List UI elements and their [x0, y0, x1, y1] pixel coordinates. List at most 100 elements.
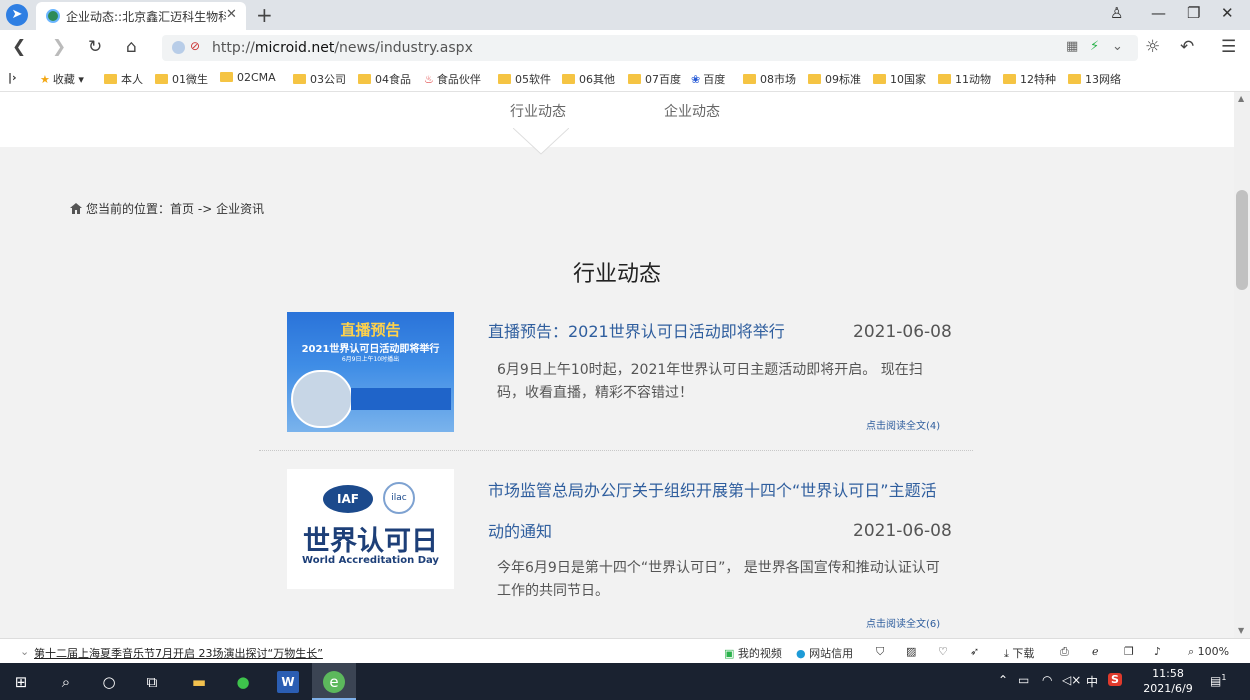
- forward-icon[interactable]: ❯: [52, 37, 66, 57]
- close-tab-icon[interactable]: ✕: [226, 7, 237, 22]
- bookmark-link[interactable]: ♨ 食品伙伴: [424, 71, 481, 87]
- bookmark-folder[interactable]: 08市场: [743, 71, 796, 87]
- printer-icon[interactable]: ⎙: [1060, 645, 1069, 659]
- close-window-icon[interactable]: ✕: [1221, 4, 1234, 22]
- bookmark-folder[interactable]: 01微生: [155, 71, 208, 87]
- bookmark-label: 13网络: [1085, 73, 1121, 86]
- file-explorer-icon[interactable]: ▬: [188, 671, 210, 693]
- video-play-icon: ▣: [724, 647, 735, 660]
- expand-chevron-icon[interactable]: ⌄: [20, 645, 29, 658]
- my-video-button[interactable]: ▣ 我的视频: [724, 645, 782, 661]
- url-text[interactable]: http://microid.net/news/industry.aspx: [212, 40, 473, 56]
- bookmark-folder[interactable]: 02CMA: [220, 71, 276, 84]
- bookmark-folder[interactable]: 12特种: [1003, 71, 1056, 87]
- window-icon[interactable]: ❐: [1124, 645, 1134, 658]
- breadcrumb-label: 您当前的位置：: [86, 202, 171, 216]
- brightness-icon[interactable]: ☼: [1145, 37, 1160, 57]
- sub-navigation: 行业动态 企业动态: [0, 92, 1234, 147]
- news-divider: [259, 450, 973, 451]
- subnav-company-news[interactable]: 企业动态: [664, 101, 720, 121]
- undo-icon[interactable]: ↶: [1180, 37, 1194, 57]
- sidebar-toggle-icon[interactable]: |›: [8, 71, 17, 84]
- bookmark-folder[interactable]: 07百度: [628, 71, 681, 87]
- scroll-up-icon[interactable]: ▲: [1238, 94, 1244, 103]
- keyboard-icon[interactable]: ▭: [1018, 673, 1029, 687]
- bookmark-folder[interactable]: 09标准: [808, 71, 861, 87]
- restore-icon[interactable]: ❐: [1187, 4, 1200, 22]
- cortana-icon[interactable]: ○: [98, 671, 120, 693]
- breadcrumb-home-link[interactable]: 首页: [170, 202, 194, 216]
- reload-icon[interactable]: ↻: [88, 37, 102, 57]
- back-icon[interactable]: ❮: [12, 37, 26, 57]
- news-thumbnail[interactable]: 直播预告 2021世界认可日活动即将举行 6月9日上午10时播出: [287, 312, 454, 432]
- download-button[interactable]: ⤓ 下载: [1004, 645, 1034, 661]
- sound-icon[interactable]: ♪: [1154, 645, 1161, 658]
- heartbeat-icon[interactable]: ♡: [938, 645, 948, 658]
- dropdown-chevron-icon[interactable]: ⌄: [1112, 39, 1123, 54]
- system-clock[interactable]: 11:58 2021/6/9: [1138, 666, 1198, 696]
- site-credit-button[interactable]: ● 网站信用: [796, 645, 853, 661]
- zoom-control[interactable]: ⌕ 100%: [1188, 645, 1229, 659]
- speed-bolt-icon[interactable]: ⚡: [1090, 39, 1099, 54]
- bookmark-label: 06其他: [579, 73, 615, 86]
- bookmark-folder[interactable]: 10国家: [873, 71, 926, 87]
- bookmark-label: 01微生: [172, 73, 208, 86]
- browser-app-icon[interactable]: e: [323, 671, 345, 693]
- subnav-industry-news[interactable]: 行业动态: [510, 101, 566, 121]
- minimize-icon[interactable]: —: [1151, 4, 1166, 22]
- bookmark-folder[interactable]: 03公司: [293, 71, 346, 87]
- insecure-icon[interactable]: ⊘: [190, 39, 200, 53]
- read-more-link[interactable]: 点击阅读全文(6): [866, 615, 940, 630]
- bookmark-link[interactable]: ❀ 百度: [691, 71, 725, 87]
- tray-expand-icon[interactable]: ⌃: [998, 673, 1008, 687]
- sogou-ime-icon[interactable]: S: [1108, 673, 1122, 686]
- ie-mode-icon[interactable]: ℯ: [1092, 645, 1099, 658]
- search-icon[interactable]: ⌕: [55, 671, 77, 693]
- bookmark-folder[interactable]: 11动物: [938, 71, 991, 87]
- wifi-icon[interactable]: ◠: [1042, 673, 1052, 687]
- new-tab-icon[interactable]: +: [256, 3, 273, 27]
- download-label: 下载: [1012, 647, 1035, 660]
- vertical-scrollbar[interactable]: ▲ ▼: [1234, 92, 1250, 638]
- folder-icon: [220, 72, 233, 82]
- home-icon[interactable]: ⌂: [126, 37, 137, 57]
- folder-icon: [358, 74, 371, 84]
- bookmark-folder[interactable]: 13网络: [1068, 71, 1121, 87]
- ime-indicator[interactable]: 中: [1086, 673, 1098, 690]
- bookmark-folder[interactable]: 06其他: [562, 71, 615, 87]
- news-ticker-link[interactable]: 第十二届上海夏季音乐节7月开启 23场演出探讨“万物生长”: [34, 645, 323, 661]
- bookmark-folder[interactable]: 本人: [104, 71, 143, 87]
- site-info-icon[interactable]: [172, 41, 185, 54]
- bookmark-favorites[interactable]: ★ 收藏 ▾: [40, 71, 84, 87]
- breadcrumb-current[interactable]: 企业资讯: [216, 202, 264, 216]
- browser-tab[interactable]: 企业动态::北京鑫汇迈科生物科技 ✕: [36, 2, 246, 30]
- task-view-icon[interactable]: ⧉: [141, 671, 163, 693]
- folder-icon: [562, 74, 575, 84]
- scroll-thumb[interactable]: [1236, 190, 1248, 290]
- browser-logo-icon[interactable]: ➤: [6, 4, 28, 26]
- shield-icon[interactable]: ⛉: [876, 645, 884, 659]
- qr-code-icon[interactable]: ▦: [1066, 39, 1078, 54]
- read-more-link[interactable]: 点击阅读全文(4): [866, 417, 940, 432]
- bookmark-folder[interactable]: 05软件: [498, 71, 551, 87]
- bookmark-folder[interactable]: 04食品: [358, 71, 411, 87]
- bookmark-label: 本人: [121, 73, 143, 86]
- shirt-skin-icon[interactable]: ♙: [1110, 4, 1123, 22]
- thumb-time: 6月9日上午10时播出: [341, 356, 400, 363]
- page-content: 行业动态 企业动态 您当前的位置：首页 -> 企业资讯 行业动态 直播预告 20…: [0, 92, 1234, 638]
- image-icon[interactable]: ▨: [906, 645, 916, 658]
- wechat-icon[interactable]: ●: [232, 671, 254, 693]
- word-icon[interactable]: W: [277, 671, 299, 693]
- bookmark-label: 07百度: [645, 73, 681, 86]
- active-app-slot[interactable]: e: [312, 663, 356, 700]
- menu-icon[interactable]: ☰: [1221, 37, 1236, 57]
- scroll-down-icon[interactable]: ▼: [1238, 626, 1244, 635]
- windows-start-icon[interactable]: ⊞: [10, 671, 32, 693]
- volume-muted-icon[interactable]: ◁×: [1062, 673, 1081, 687]
- news-thumbnail[interactable]: IAF ilac 世界认可日 World Accreditation Day: [287, 469, 454, 589]
- bookmark-label: 食品伙伴: [436, 73, 481, 86]
- notification-center-icon[interactable]: ▤1: [1210, 673, 1226, 688]
- address-bar[interactable]: ⊘ http://microid.net/news/industry.aspx …: [162, 35, 1138, 61]
- rocket-icon[interactable]: ➶: [970, 645, 979, 658]
- news-date: 2021-06-08: [853, 322, 952, 342]
